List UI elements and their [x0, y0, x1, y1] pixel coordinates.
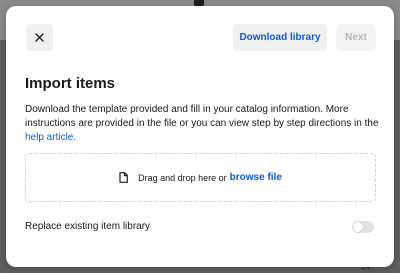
close-button[interactable] [26, 24, 53, 51]
replace-library-label: Replace existing item library [25, 221, 151, 232]
browse-file-link[interactable]: browse file [230, 172, 282, 183]
file-dropzone[interactable]: Drag and drop here or browse file [25, 153, 376, 202]
import-items-modal: Download library Next Import items Downl… [6, 6, 394, 267]
modal-title: Import items [25, 75, 116, 92]
file-icon [119, 172, 128, 183]
description-suffix: . [73, 132, 77, 143]
modal-description: Download the template provided and fill … [25, 103, 381, 145]
help-article-link[interactable]: help article [25, 132, 73, 143]
download-library-button[interactable]: Download library [233, 24, 327, 51]
toggle-knob [353, 222, 363, 232]
close-icon [35, 33, 44, 42]
replace-library-toggle[interactable] [352, 221, 374, 233]
dropzone-text: Drag and drop here or [138, 172, 227, 183]
next-button: Next [336, 24, 376, 51]
description-text: Download the template provided and fill … [25, 104, 379, 129]
